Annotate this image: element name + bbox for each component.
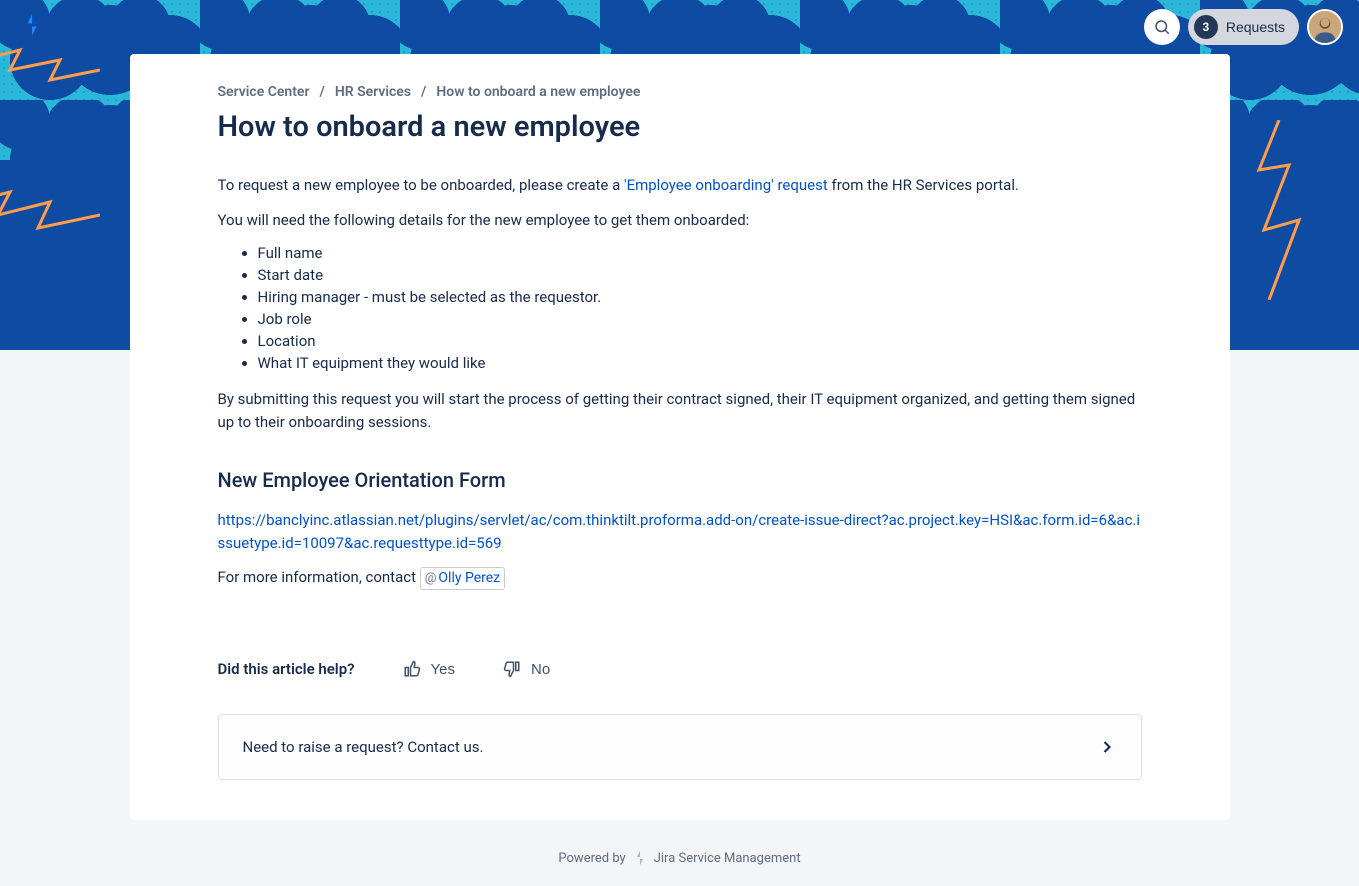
footer-product-link[interactable]: Jira Service Management xyxy=(654,851,801,866)
employee-onboarding-link[interactable]: 'Employee onboarding' request xyxy=(624,176,828,194)
article-card: Service Center / HR Services / How to on… xyxy=(130,54,1230,820)
jira-logo-icon xyxy=(632,850,648,866)
contact-us-card[interactable]: Need to raise a request? Contact us. xyxy=(218,714,1142,780)
feedback-section: Did this article help? Yes No xyxy=(218,660,1142,678)
breadcrumb-current: How to onboard a new employee xyxy=(436,84,640,100)
feedback-yes-button[interactable]: Yes xyxy=(403,660,455,678)
user-mention-olly-perez[interactable]: @Olly Perez xyxy=(420,567,505,590)
search-button[interactable] xyxy=(1144,9,1180,45)
feedback-no-button[interactable]: No xyxy=(503,660,550,678)
list-item: What IT equipment they would like xyxy=(258,353,1142,374)
requests-button[interactable]: 3 Requests xyxy=(1188,9,1299,45)
breadcrumb: Service Center / HR Services / How to on… xyxy=(218,84,1142,100)
required-details-list: Full name Start date Hiring manager - mu… xyxy=(258,243,1142,374)
search-icon xyxy=(1153,18,1171,36)
requests-label: Requests xyxy=(1226,19,1285,35)
section-heading-orientation-form: New Employee Orientation Form xyxy=(218,465,1142,495)
requests-count-badge: 3 xyxy=(1194,15,1218,39)
orientation-form-link[interactable]: https://banclyinc.atlassian.net/plugins/… xyxy=(218,511,1141,552)
list-item: Location xyxy=(258,331,1142,352)
feedback-label: Did this article help? xyxy=(218,660,355,678)
list-item: Full name xyxy=(258,243,1142,264)
page-title: How to onboard a new employee xyxy=(218,110,1142,144)
chevron-right-icon xyxy=(1097,737,1117,757)
list-item: Start date xyxy=(258,265,1142,286)
thumbs-up-icon xyxy=(403,660,421,678)
app-logo[interactable] xyxy=(16,13,44,41)
list-item: Job role xyxy=(258,309,1142,330)
user-avatar[interactable] xyxy=(1307,9,1343,45)
article-body: To request a new employee to be onboarde… xyxy=(218,174,1142,590)
breadcrumb-service-center[interactable]: Service Center xyxy=(218,84,310,100)
list-item: Hiring manager - must be selected as the… xyxy=(258,287,1142,308)
footer: Powered by Jira Service Management xyxy=(0,820,1359,886)
breadcrumb-hr-services[interactable]: HR Services xyxy=(335,84,411,100)
thumbs-down-icon xyxy=(503,660,521,678)
